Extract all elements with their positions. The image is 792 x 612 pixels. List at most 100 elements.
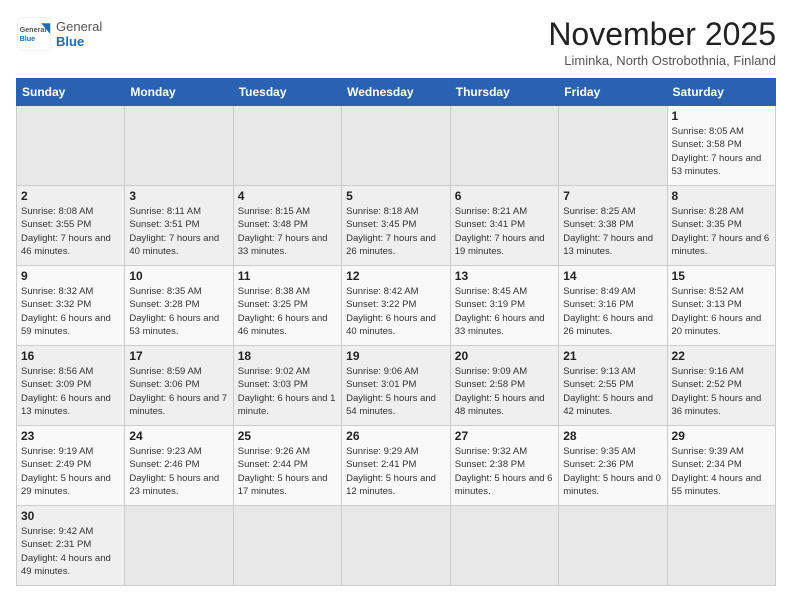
day-number: 16 xyxy=(21,349,120,363)
day-cell: 18Sunrise: 9:02 AM Sunset: 3:03 PM Dayli… xyxy=(233,346,341,426)
day-number: 20 xyxy=(455,349,554,363)
day-number: 28 xyxy=(563,429,662,443)
day-info: Sunrise: 9:29 AM Sunset: 2:41 PM Dayligh… xyxy=(346,445,446,498)
logo-icon: General Blue xyxy=(16,16,52,52)
day-number: 11 xyxy=(238,269,337,283)
day-info: Sunrise: 8:05 AM Sunset: 3:58 PM Dayligh… xyxy=(672,125,771,178)
day-info: Sunrise: 8:18 AM Sunset: 3:45 PM Dayligh… xyxy=(346,205,446,258)
day-number: 21 xyxy=(563,349,662,363)
day-info: Sunrise: 9:09 AM Sunset: 2:58 PM Dayligh… xyxy=(455,365,554,418)
day-number: 26 xyxy=(346,429,446,443)
week-row-5: 23 Sunrise: 9:19 AM Sunset: 2:49 PM Dayli… xyxy=(17,426,776,506)
day-cell: 12 Sunrise: 8:42 AM Sunset: 3:22 PM Dayli… xyxy=(342,266,451,346)
day-info: Sunrise: 9:32 AM Sunset: 2:38 PM Dayligh… xyxy=(455,445,554,498)
day-number: 2 xyxy=(21,189,120,203)
day-cell: 4 Sunrise: 8:15 AM Sunset: 3:48 PM Daylig… xyxy=(233,186,341,266)
day-cell xyxy=(667,506,775,586)
week-row-6: 30Sunrise: 9:42 AM Sunset: 2:31 PM Dayli… xyxy=(17,506,776,586)
day-info: Sunrise: 9:39 AM Sunset: 2:34 PM Dayligh… xyxy=(672,445,771,498)
day-cell: 3Sunrise: 8:11 AM Sunset: 3:51 PM Daylig… xyxy=(125,186,233,266)
day-cell: 16 Sunrise: 8:56 AM Sunset: 3:09 PM Dayli… xyxy=(17,346,125,426)
day-info: Sunrise: 8:42 AM Sunset: 3:22 PM Dayligh… xyxy=(346,285,446,338)
week-row-2: 2Sunrise: 8:08 AM Sunset: 3:55 PM Daylig… xyxy=(17,186,776,266)
svg-text:Blue: Blue xyxy=(20,34,36,43)
day-info: Sunrise: 9:35 AM Sunset: 2:36 PM Dayligh… xyxy=(563,445,662,498)
day-number: 25 xyxy=(238,429,337,443)
day-cell: 13 Sunrise: 8:45 AM Sunset: 3:19 PM Dayli… xyxy=(450,266,558,346)
day-number: 4 xyxy=(238,189,337,203)
day-info: Sunrise: 8:15 AM Sunset: 3:48 PM Dayligh… xyxy=(238,205,337,258)
weekday-header-sunday: Sunday xyxy=(17,79,125,106)
title-block: November 2025 Liminka, North Ostrobothni… xyxy=(548,16,776,68)
day-number: 23 xyxy=(21,429,120,443)
day-info: Sunrise: 8:59 AM Sunset: 3:06 PM Dayligh… xyxy=(129,365,228,418)
day-number: 10 xyxy=(129,269,228,283)
day-info: Sunrise: 8:38 AM Sunset: 3:25 PM Dayligh… xyxy=(238,285,337,338)
day-number: 15 xyxy=(672,269,771,283)
weekday-header-thursday: Thursday xyxy=(450,79,558,106)
day-number: 27 xyxy=(455,429,554,443)
weekday-header-saturday: Saturday xyxy=(667,79,775,106)
day-number: 12 xyxy=(346,269,446,283)
day-info: Sunrise: 9:23 AM Sunset: 2:46 PM Dayligh… xyxy=(129,445,228,498)
weekday-header-wednesday: Wednesday xyxy=(342,79,451,106)
day-cell: 29 Sunrise: 9:39 AM Sunset: 2:34 PM Dayli… xyxy=(667,426,775,506)
day-number: 18 xyxy=(238,349,337,363)
day-cell xyxy=(450,106,558,186)
day-number: 14 xyxy=(563,269,662,283)
day-info: Sunrise: 9:16 AM Sunset: 2:52 PM Dayligh… xyxy=(672,365,771,418)
day-cell xyxy=(559,106,667,186)
day-cell: 10 Sunrise: 8:35 AM Sunset: 3:28 PM Dayli… xyxy=(125,266,233,346)
day-cell xyxy=(450,506,558,586)
day-info: Sunrise: 8:52 AM Sunset: 3:13 PM Dayligh… xyxy=(672,285,771,338)
day-number: 7 xyxy=(563,189,662,203)
day-info: Sunrise: 9:26 AM Sunset: 2:44 PM Dayligh… xyxy=(238,445,337,498)
day-cell: 24 Sunrise: 9:23 AM Sunset: 2:46 PM Dayli… xyxy=(125,426,233,506)
day-cell: 6Sunrise: 8:21 AM Sunset: 3:41 PM Daylig… xyxy=(450,186,558,266)
day-cell: 23 Sunrise: 9:19 AM Sunset: 2:49 PM Dayli… xyxy=(17,426,125,506)
day-number: 1 xyxy=(672,109,771,123)
day-number: 3 xyxy=(129,189,228,203)
day-number: 30 xyxy=(21,509,120,523)
day-number: 6 xyxy=(455,189,554,203)
day-cell: 30Sunrise: 9:42 AM Sunset: 2:31 PM Dayli… xyxy=(17,506,125,586)
day-cell: 15 Sunrise: 8:52 AM Sunset: 3:13 PM Dayli… xyxy=(667,266,775,346)
day-number: 9 xyxy=(21,269,120,283)
day-info: Sunrise: 9:13 AM Sunset: 2:55 PM Dayligh… xyxy=(563,365,662,418)
day-cell xyxy=(559,506,667,586)
logo-blue-text: Blue xyxy=(56,34,102,49)
day-cell: 5 Sunrise: 8:18 AM Sunset: 3:45 PM Daylig… xyxy=(342,186,451,266)
day-cell: 2Sunrise: 8:08 AM Sunset: 3:55 PM Daylig… xyxy=(17,186,125,266)
day-info: Sunrise: 8:45 AM Sunset: 3:19 PM Dayligh… xyxy=(455,285,554,338)
day-number: 19 xyxy=(346,349,446,363)
day-cell: 8Sunrise: 8:28 AM Sunset: 3:35 PM Daylig… xyxy=(667,186,775,266)
day-number: 29 xyxy=(672,429,771,443)
calendar-table: SundayMondayTuesdayWednesdayThursdayFrid… xyxy=(16,78,776,586)
week-row-4: 16 Sunrise: 8:56 AM Sunset: 3:09 PM Dayli… xyxy=(17,346,776,426)
day-cell: 1 Sunrise: 8:05 AM Sunset: 3:58 PM Daylig… xyxy=(667,106,775,186)
weekday-header-row: SundayMondayTuesdayWednesdayThursdayFrid… xyxy=(17,79,776,106)
day-cell xyxy=(125,106,233,186)
weekday-header-friday: Friday xyxy=(559,79,667,106)
day-cell xyxy=(17,106,125,186)
day-cell xyxy=(233,106,341,186)
calendar-title: November 2025 xyxy=(548,16,776,53)
day-info: Sunrise: 8:49 AM Sunset: 3:16 PM Dayligh… xyxy=(563,285,662,338)
day-cell: 17Sunrise: 8:59 AM Sunset: 3:06 PM Dayli… xyxy=(125,346,233,426)
day-cell xyxy=(125,506,233,586)
day-info: Sunrise: 9:06 AM Sunset: 3:01 PM Dayligh… xyxy=(346,365,446,418)
calendar-subtitle: Liminka, North Ostrobothnia, Finland xyxy=(548,53,776,68)
day-cell: 20 Sunrise: 9:09 AM Sunset: 2:58 PM Dayli… xyxy=(450,346,558,426)
day-cell xyxy=(342,106,451,186)
day-number: 5 xyxy=(346,189,446,203)
day-info: Sunrise: 9:19 AM Sunset: 2:49 PM Dayligh… xyxy=(21,445,120,498)
weekday-header-monday: Monday xyxy=(125,79,233,106)
day-info: Sunrise: 8:35 AM Sunset: 3:28 PM Dayligh… xyxy=(129,285,228,338)
day-cell: 22Sunrise: 9:16 AM Sunset: 2:52 PM Dayli… xyxy=(667,346,775,426)
day-cell: 14 Sunrise: 8:49 AM Sunset: 3:16 PM Dayli… xyxy=(559,266,667,346)
day-info: Sunrise: 8:28 AM Sunset: 3:35 PM Dayligh… xyxy=(672,205,771,258)
day-number: 13 xyxy=(455,269,554,283)
day-cell: 9Sunrise: 8:32 AM Sunset: 3:32 PM Daylig… xyxy=(17,266,125,346)
day-number: 24 xyxy=(129,429,228,443)
day-info: Sunrise: 8:56 AM Sunset: 3:09 PM Dayligh… xyxy=(21,365,120,418)
